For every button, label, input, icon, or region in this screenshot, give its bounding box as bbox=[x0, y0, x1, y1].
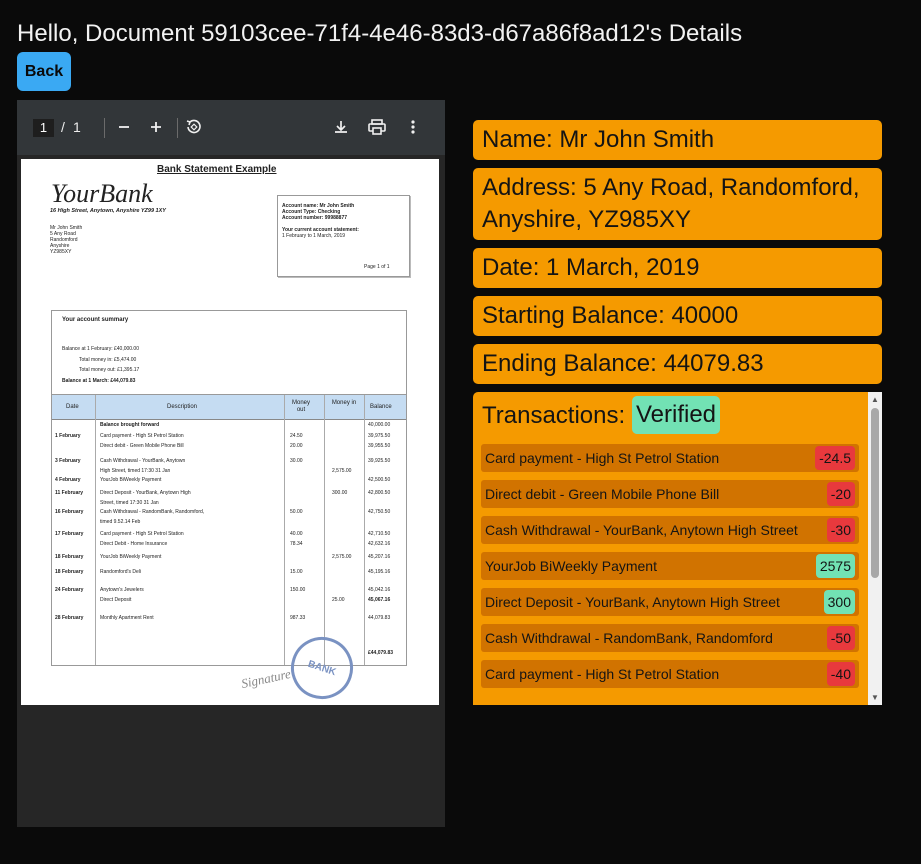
transactions-title: Transactions: bbox=[482, 402, 626, 429]
transaction-description: Cash Withdrawal - YourBank, Anytown High… bbox=[485, 522, 798, 538]
verified-badge: Verified bbox=[632, 396, 720, 434]
statement-row: 17 February Card payment - High St Petrol… bbox=[55, 531, 391, 537]
scroll-thumb[interactable] bbox=[871, 408, 879, 578]
zoom-out-icon[interactable] bbox=[113, 116, 135, 138]
zoom-in-icon[interactable] bbox=[145, 116, 167, 138]
transactions-panel[interactable]: Transactions: Verified Card payment - Hi… bbox=[473, 392, 882, 705]
pdf-toolbar: 1 / 1 bbox=[17, 100, 445, 155]
transaction-row[interactable]: Card payment - High St Petrol Station -40 bbox=[481, 660, 859, 688]
customer-address: Mr John Smith 5 Any Road Randomford Anys… bbox=[50, 225, 83, 255]
statement-row: timed 9.52.14 Feb bbox=[100, 519, 141, 525]
pdf-viewer: 1 / 1 Bank Statement Example YourBank 16… bbox=[17, 100, 445, 827]
statement-title: Bank Statement Example bbox=[157, 164, 277, 175]
statement-row: High Street, timed 17:30 31 Jan 2,575.00 bbox=[100, 468, 352, 474]
page-number-input[interactable]: 1 bbox=[33, 119, 54, 137]
statement-row: Direct debit - Green Mobile Phone Bill 20… bbox=[100, 443, 391, 449]
transaction-amount: 2575 bbox=[815, 554, 855, 578]
transaction-amount: -24.5 bbox=[815, 446, 855, 470]
page-title: Hello, Document 59103cee-71f4-4e46-83d3-… bbox=[17, 20, 743, 47]
statement-row: Direct Deposit 25.00 45,067.16 bbox=[100, 597, 391, 603]
statement-row: 11 February Direct Deposit - YourBank, An… bbox=[55, 490, 391, 496]
pdf-page: Bank Statement Example YourBank 16 High … bbox=[21, 159, 439, 705]
page-total: 1 bbox=[73, 119, 81, 135]
statement-row: 28 February Monthly Apartment Rent 987.33 4… bbox=[55, 615, 391, 621]
starting-balance-card: Starting Balance: 40000 bbox=[473, 296, 882, 336]
transaction-amount: -30 bbox=[826, 518, 855, 542]
toolbar-divider bbox=[177, 118, 178, 138]
back-button[interactable]: Back bbox=[17, 52, 71, 91]
ending-balance-card: Ending Balance: 44079.83 bbox=[473, 344, 882, 384]
transaction-amount: -40 bbox=[826, 662, 855, 686]
transactions-scrollbar[interactable]: ▲ ▼ bbox=[868, 392, 882, 705]
statement-row: 3 February Cash Withdrawal - YourBank, An… bbox=[55, 458, 391, 464]
statement-row: 4 February YourJob BiWeekly Payment 42,500… bbox=[55, 477, 391, 483]
transaction-description: Card payment - High St Petrol Station bbox=[485, 450, 720, 466]
scroll-down-icon[interactable]: ▼ bbox=[871, 693, 879, 702]
transaction-row[interactable]: YourJob BiWeekly Payment 2575 bbox=[481, 552, 859, 580]
statement-table: Date Description Money out Money in Bala… bbox=[51, 394, 407, 666]
transaction-row[interactable]: Card payment - High St Petrol Station -24… bbox=[481, 444, 859, 472]
statement-row: Balance brought forward 40,000.00 bbox=[100, 422, 391, 428]
date-card: Date: 1 March, 2019 bbox=[473, 248, 882, 288]
address-card: Address: 5 Any Road, Randomford, Anyshir… bbox=[473, 168, 882, 240]
transaction-description: Direct debit - Green Mobile Phone Bill bbox=[485, 486, 720, 502]
account-summary-box: Your account summary Balance at 1 Februa… bbox=[51, 310, 407, 395]
bank-logo: YourBank bbox=[51, 179, 153, 208]
transaction-row[interactable]: Direct debit - Green Mobile Phone Bill -2… bbox=[481, 480, 859, 508]
transaction-amount: -50 bbox=[826, 626, 855, 650]
transaction-description: YourJob BiWeekly Payment bbox=[485, 558, 657, 574]
statement-row: Direct Debit - Home Insurance 78.34 42,632… bbox=[100, 541, 391, 547]
transaction-amount: -20 bbox=[826, 482, 855, 506]
statement-row: Street, timed 17:30 31 Jan bbox=[100, 500, 159, 506]
transaction-row[interactable]: Direct Deposit - YourBank, Anytown High … bbox=[481, 588, 859, 616]
statement-row: 16 February Cash Withdrawal - RandomBank,… bbox=[55, 509, 391, 515]
statement-row: 1 February Card payment - High St Petrol … bbox=[55, 433, 391, 439]
rotate-icon[interactable] bbox=[183, 116, 205, 138]
statement-table-header: Date Description Money out Money in Bala… bbox=[52, 395, 406, 420]
statement-row: 18 February YourJob BiWeekly Payment 2,575… bbox=[55, 554, 391, 560]
print-icon[interactable] bbox=[366, 116, 388, 138]
scroll-up-icon[interactable]: ▲ bbox=[871, 395, 879, 404]
transaction-description: Direct Deposit - YourBank, Anytown High … bbox=[485, 594, 780, 610]
toolbar-divider bbox=[104, 118, 105, 138]
statement-row: £44,079.83 bbox=[368, 650, 394, 656]
statement-row: 18 February Randomford's Deli 15.00 45,195.… bbox=[55, 569, 391, 575]
transaction-description: Cash Withdrawal - RandomBank, Randomford bbox=[485, 630, 773, 646]
download-icon[interactable] bbox=[330, 116, 352, 138]
transaction-row[interactable]: Cash Withdrawal - YourBank, Anytown High… bbox=[481, 516, 859, 544]
account-info-box: Account name: Mr John Smith Account Type… bbox=[277, 195, 410, 277]
bank-address: 16 High Street, Anytown, Anyshire YZ99 1… bbox=[50, 208, 166, 214]
name-card: Name: Mr John Smith bbox=[473, 120, 882, 160]
transaction-amount: 300 bbox=[823, 590, 855, 614]
page-separator: / bbox=[61, 119, 65, 135]
more-options-icon[interactable] bbox=[402, 116, 424, 138]
transaction-description: Card payment - High St Petrol Station bbox=[485, 666, 720, 682]
statement-row: 24 February Anytown's Jewelers 150.00 45,04… bbox=[55, 587, 391, 593]
transaction-row[interactable]: Cash Withdrawal - RandomBank, Randomford… bbox=[481, 624, 859, 652]
signature: Signature bbox=[239, 665, 292, 692]
